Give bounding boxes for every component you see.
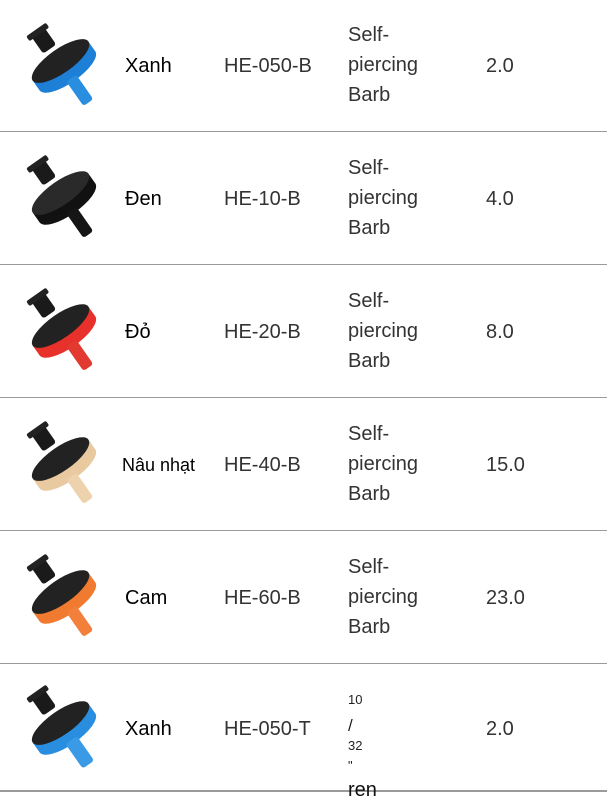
table-row: Đỏ HE-20-B Self-piercing Barb 8.0 [0, 265, 607, 398]
flow-rate: 2.0 [486, 55, 514, 77]
flow-rate: 8.0 [486, 321, 514, 343]
connection-type: Self-piercing Barb [348, 290, 419, 372]
table-row: Xanh HE-050-T 10/32 " ren 2.0 [0, 664, 607, 800]
flow-rate: 15.0 [486, 454, 525, 476]
flow-rate: 4.0 [486, 188, 514, 210]
color-name: Đỏ [125, 321, 151, 343]
color-name: Nâu nhạt [122, 455, 196, 475]
dripper-blue-icon [26, 23, 97, 105]
connection-type: Self-piercing Barb [348, 423, 419, 505]
dripper-spec-table: Xanh HE-050-B Self-piercing Barb 2.0 Đen … [0, 0, 607, 800]
model-code: HE-050-T [224, 718, 311, 740]
dripper-red-icon [26, 288, 97, 370]
dripper-tan-icon [26, 421, 97, 503]
table-row: Nâu nhạt HE-40-B Self-piercing Barb 15.0 [0, 398, 607, 531]
dripper-orange-icon [26, 554, 97, 636]
connection-type: Self-piercing Barb [348, 556, 419, 638]
color-name: Đen [125, 188, 162, 210]
flow-rate: 2.0 [486, 718, 514, 740]
connection-type: 10/32 " ren [348, 692, 377, 801]
flow-rate: 23.0 [486, 587, 525, 609]
color-name: Xanh [125, 55, 172, 77]
dripper-black-icon [26, 155, 97, 237]
table-row: Đen HE-10-B Self-piercing Barb 4.0 [0, 132, 607, 265]
model-code: HE-60-B [224, 587, 301, 609]
dripper-blue-threaded-icon [26, 685, 97, 768]
connection-type: Self-piercing Barb [348, 157, 419, 239]
table-row: Xanh HE-050-B Self-piercing Barb 2.0 [0, 0, 607, 132]
color-name: Cam [125, 587, 168, 609]
connection-type: Self-piercing Barb [348, 24, 419, 106]
color-name: Xanh [125, 718, 172, 740]
table-row: Cam HE-60-B Self-piercing Barb 23.0 [0, 531, 607, 664]
model-code: HE-10-B [224, 188, 301, 210]
model-code: HE-40-B [224, 454, 301, 476]
model-code: HE-050-B [224, 55, 312, 77]
model-code: HE-20-B [224, 321, 301, 343]
